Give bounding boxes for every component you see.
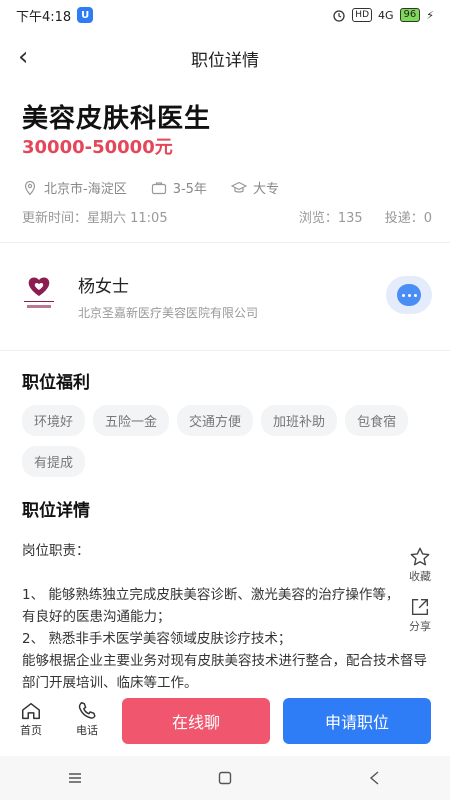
company-card[interactable]: 杨女士 北京圣嘉新医疗美容医院有限公司 [22, 272, 432, 322]
briefcase-icon [151, 181, 166, 194]
app-notification-icon: U [77, 7, 94, 23]
job-stats: 更新时间：星期六 11:05 浏览：135 投递：0 [22, 207, 432, 226]
star-icon [410, 547, 430, 566]
company-name: 北京圣嘉新医疗美容医院有限公司 [78, 306, 259, 320]
bottom-action-bar: 首页 电话 在线聊 申请职位 [0, 694, 450, 752]
job-experience: 3-5年 [172, 182, 207, 197]
divider [0, 350, 450, 351]
favorite-button[interactable]: 收藏 [409, 546, 431, 584]
home-icon [22, 702, 40, 720]
share-icon [411, 598, 429, 616]
home-button[interactable]: 首页 [20, 700, 42, 738]
graduation-cap-icon [230, 181, 247, 193]
salary: 30000-50000元 [22, 137, 173, 158]
phone-icon [78, 702, 96, 719]
company-logo [24, 277, 54, 308]
home-square-icon[interactable] [217, 770, 233, 786]
signal-icon: 4G [378, 8, 394, 22]
job-location: 北京市-海淀区 [44, 182, 127, 197]
details-title: 职位详情 [22, 501, 90, 521]
location-icon [24, 180, 36, 195]
share-button[interactable]: 分享 [409, 596, 431, 634]
share-label: 分享 [409, 620, 431, 633]
battery-icon: 96 [399, 8, 421, 22]
system-navigation [0, 756, 450, 800]
status-time: 下午4:18 [16, 9, 72, 25]
hd-icon: HD [352, 8, 372, 22]
job-meta: 北京市-海淀区 3-5年 大专 [22, 178, 279, 197]
benefit-tag: 五险一金 [93, 405, 170, 436]
chat-bubble-icon [397, 284, 421, 306]
nav-bar: ‹ 职位详情 [0, 38, 450, 78]
back-triangle-icon[interactable] [367, 770, 383, 786]
benefit-tag: 有提成 [22, 446, 86, 477]
floating-actions: 收藏 分享 [390, 540, 450, 640]
view-count: 浏览：135 [298, 211, 363, 226]
charging-icon: ⚡ [426, 8, 434, 22]
home-label: 首页 [20, 724, 42, 737]
description-line: 岗位职责： [22, 543, 90, 559]
benefits-title: 职位福利 [22, 373, 90, 393]
message-button[interactable] [386, 276, 432, 314]
page-title: 职位详情 [191, 50, 259, 71]
job-education: 大专 [252, 182, 279, 197]
menu-icon[interactable] [67, 770, 83, 786]
alarm-icon [333, 10, 345, 22]
update-time: 更新时间：星期六 11:05 [22, 211, 168, 226]
benefit-tag: 环境好 [22, 405, 86, 436]
application-count: 投递：0 [384, 211, 432, 226]
apply-button[interactable]: 申请职位 [283, 698, 431, 744]
favorite-label: 收藏 [409, 570, 431, 583]
benefit-tag: 包食宿 [345, 405, 409, 436]
online-chat-button[interactable]: 在线聊 [122, 698, 270, 744]
description-line: 2、 熟悉非手术医学美容领域皮肤诊疗技术； [22, 631, 292, 647]
benefit-tag: 交通方便 [177, 405, 254, 436]
benefit-tags: 环境好 五险一金 交通方便 加班补助 包食宿 有提成 [22, 405, 432, 477]
job-title: 美容皮肤科医生 [22, 104, 212, 134]
job-description: 岗位职责： 1、 能够熟练独立完成皮肤美容诊断、激光美容的治疗操作等，并具有良好… [22, 540, 432, 694]
phone-label: 电话 [76, 724, 98, 737]
benefit-tag: 加班补助 [261, 405, 338, 436]
description-line: 1、 能够熟练独立完成皮肤美容诊断、激光美容的治疗操作等，并具有良好的医患沟通能… [22, 587, 427, 625]
divider [0, 242, 450, 243]
description-line: 能够根据企业主要业务对现有皮肤美容技术进行整合，配合技术督导部门开展培训、临床等… [22, 653, 427, 691]
phone-button[interactable]: 电话 [76, 700, 98, 738]
status-bar: 下午4:18 U HD 4G 96 ⚡ [0, 0, 450, 30]
recruiter-name: 杨女士 [78, 277, 129, 297]
back-icon[interactable]: ‹ [18, 42, 28, 72]
